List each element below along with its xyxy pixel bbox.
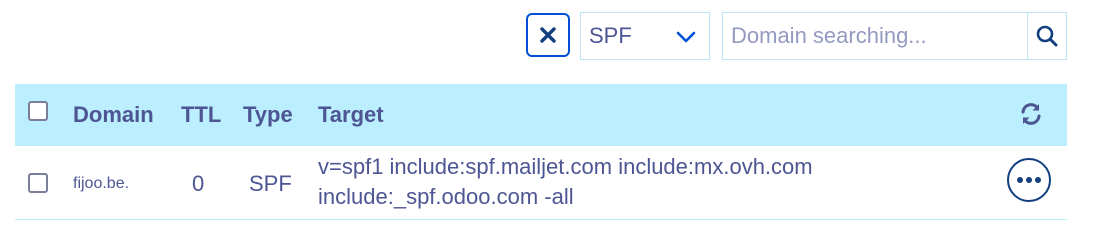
row-target: v=spf1 include:spf.mailjet.com include:m… <box>318 154 813 209</box>
column-header-ttl[interactable]: TTL <box>181 102 221 128</box>
column-header-domain[interactable]: Domain <box>73 102 154 128</box>
table-header: Domain TTL Type Target <box>15 84 1067 146</box>
chevron-down-icon <box>676 31 696 43</box>
record-type-select[interactable]: SPF <box>580 12 710 60</box>
refresh-icon[interactable] <box>1019 101 1043 127</box>
column-header-target[interactable]: Target <box>318 102 384 128</box>
row-ttl: 0 <box>192 171 205 196</box>
select-all-checkbox[interactable] <box>28 101 48 121</box>
row-type: SPF <box>249 171 292 196</box>
search-icon <box>1036 25 1058 47</box>
domain-search <box>722 12 1067 60</box>
column-header-type[interactable]: Type <box>243 102 293 128</box>
filter-toolbar: SPF <box>0 12 1093 60</box>
record-type-value: SPF <box>589 23 632 48</box>
domain-search-input[interactable] <box>723 13 1027 59</box>
clear-filter-button[interactable] <box>526 13 570 57</box>
table-row: fijoo.be. 0 SPF v=spf1 include:spf.mailj… <box>15 146 1067 220</box>
search-button[interactable] <box>1027 13 1066 59</box>
more-options-icon <box>1017 177 1041 183</box>
close-icon <box>540 27 556 43</box>
row-checkbox[interactable] <box>28 173 48 193</box>
row-domain: fijoo.be. <box>73 175 130 192</box>
row-actions-button[interactable] <box>1007 158 1051 202</box>
